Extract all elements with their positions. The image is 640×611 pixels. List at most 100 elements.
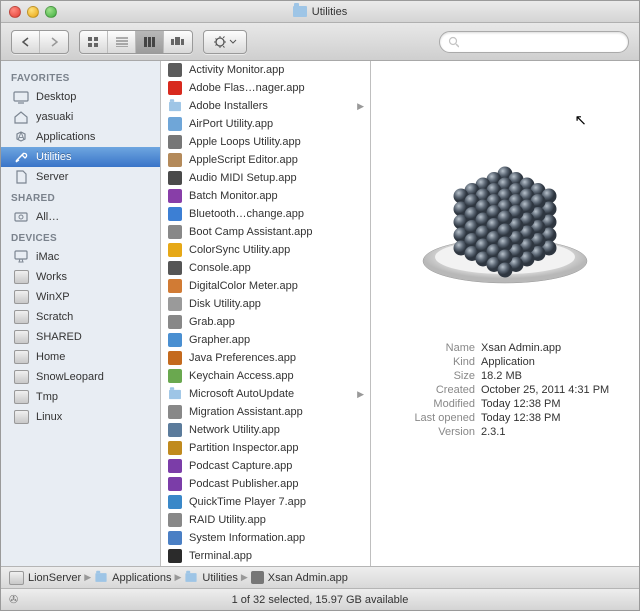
file-item[interactable]: AirPort Utility.app [161,115,370,133]
file-item[interactable]: Batch Monitor.app [161,187,370,205]
file-name: Console.app [189,262,364,274]
file-item[interactable]: Grapher.app [161,331,370,349]
app-icon [167,404,183,420]
sidebar-item-utilities[interactable]: Utilities [1,147,160,167]
search-icon [448,36,459,48]
meta-value: Application [481,356,535,368]
sidebar-item-scratch[interactable]: Scratch [1,307,160,327]
search-field[interactable] [439,31,629,53]
app-icon [167,332,183,348]
file-name: Migration Assistant.app [189,406,364,418]
file-item[interactable]: Java Preferences.app [161,349,370,367]
file-item[interactable]: Podcast Publisher.app [161,475,370,493]
meta-value: Today 12:38 PM [481,412,561,424]
file-item[interactable]: Keychain Access.app [161,367,370,385]
file-item[interactable]: Bluetooth…change.app [161,205,370,223]
sidebar-item-snowleopard[interactable]: SnowLeopard [1,367,160,387]
sidebar-item-label: Applications [36,131,95,143]
meta-value: 18.2 MB [481,370,522,382]
chevron-right-icon: ▶ [84,572,91,583]
path-label: Applications [112,572,171,584]
sidebar-item-server[interactable]: Server [1,167,160,187]
column-view-button[interactable] [136,31,164,53]
file-item[interactable]: Terminal.app [161,547,370,565]
file-item[interactable]: Partition Inspector.app [161,439,370,457]
file-item[interactable]: VoiceOver Utility.app [161,565,370,566]
file-item[interactable]: QuickTime Player 7.app [161,493,370,511]
file-item[interactable]: Podcast Capture.app [161,457,370,475]
file-name: AirPort Utility.app [189,118,364,130]
file-item[interactable]: Boot Camp Assistant.app [161,223,370,241]
window-title: Utilities [312,6,347,18]
sidebar-item-shared[interactable]: SHARED [1,327,160,347]
sidebar-item-imac[interactable]: iMac [1,247,160,267]
sidebar-item-tmp[interactable]: Tmp [1,387,160,407]
finder-body: FAVORITES DesktopyasuakiAApplicationsUti… [1,61,639,566]
app-icon [167,386,183,402]
icon-view-button[interactable] [80,31,108,53]
path-segment[interactable]: Xsan Admin.app [251,571,348,584]
file-item[interactable]: System Information.app [161,529,370,547]
app-icon [167,314,183,330]
path-segment[interactable]: Applications [94,572,171,584]
file-item[interactable]: Disk Utility.app [161,295,370,313]
close-button[interactable] [9,6,21,18]
file-item[interactable]: Network Utility.app [161,421,370,439]
file-item[interactable]: Adobe Flas…nager.app [161,79,370,97]
app-icon [167,548,183,564]
file-name: Microsoft AutoUpdate [189,388,351,400]
file-item[interactable]: Grab.app [161,313,370,331]
file-item[interactable]: Audio MIDI Setup.app [161,169,370,187]
search-input[interactable] [463,36,620,48]
file-item[interactable]: ColorSync Utility.app [161,241,370,259]
chevron-right-icon: ▶ [357,389,364,400]
app-icon [167,458,183,474]
file-item[interactable]: AppleScript Editor.app [161,151,370,169]
sidebar-item-winxp[interactable]: WinXP [1,287,160,307]
sidebar-item-applications[interactable]: A Applications [1,127,160,147]
sidebar-item-works[interactable]: Works [1,267,160,287]
sidebar-item-all-[interactable]: All… [1,207,160,227]
titlebar[interactable]: Utilities [1,1,639,23]
file-name: Java Preferences.app [189,352,364,364]
file-name: RAID Utility.app [189,514,364,526]
sidebar: FAVORITES DesktopyasuakiAApplicationsUti… [1,61,161,566]
file-item[interactable]: RAID Utility.app [161,511,370,529]
file-item[interactable]: Microsoft AutoUpdate ▶ [161,385,370,403]
sidebar-item-label: WinXP [36,291,70,303]
meta-row: KindApplication [386,355,624,369]
file-name: Adobe Flas…nager.app [189,82,364,94]
path-segment[interactable]: Utilities [184,572,237,584]
minimize-button[interactable] [27,6,39,18]
settings-icon[interactable]: ✇ [9,593,18,606]
back-button[interactable] [12,31,40,53]
meta-key: Modified [386,398,481,410]
sidebar-item-desktop[interactable]: Desktop [1,87,160,107]
file-item[interactable]: Console.app [161,259,370,277]
meta-key: Name [386,342,481,354]
sidebar-item-yasuaki[interactable]: yasuaki [1,107,160,127]
sidebar-item-label: Server [36,171,68,183]
file-name: Boot Camp Assistant.app [189,226,364,238]
app-icon [167,116,183,132]
sidebar-item-linux[interactable]: Linux [1,407,160,427]
list-view-button[interactable] [108,31,136,53]
file-item[interactable]: Adobe Installers▶ [161,97,370,115]
meta-key: Created [386,384,481,396]
sidebar-item-home[interactable]: Home [1,347,160,367]
home-icon [13,110,29,124]
zoom-button[interactable] [45,6,57,18]
file-item[interactable]: Apple Loops Utility.app [161,133,370,151]
file-item[interactable]: Activity Monitor.app [161,61,370,79]
forward-button[interactable] [40,31,68,53]
file-item[interactable]: Migration Assistant.app [161,403,370,421]
file-list-column[interactable]: Activity Monitor.app Adobe Flas…nager.app… [161,61,371,566]
coverflow-view-button[interactable] [164,31,192,53]
path-segment[interactable]: LionServer [9,571,81,585]
toolbar [1,23,639,61]
action-menu[interactable] [203,30,247,54]
svg-text:A: A [17,131,25,143]
sidebar-item-label: Works [36,271,67,283]
file-item[interactable]: DigitalColor Meter.app [161,277,370,295]
traffic-lights [9,6,57,18]
